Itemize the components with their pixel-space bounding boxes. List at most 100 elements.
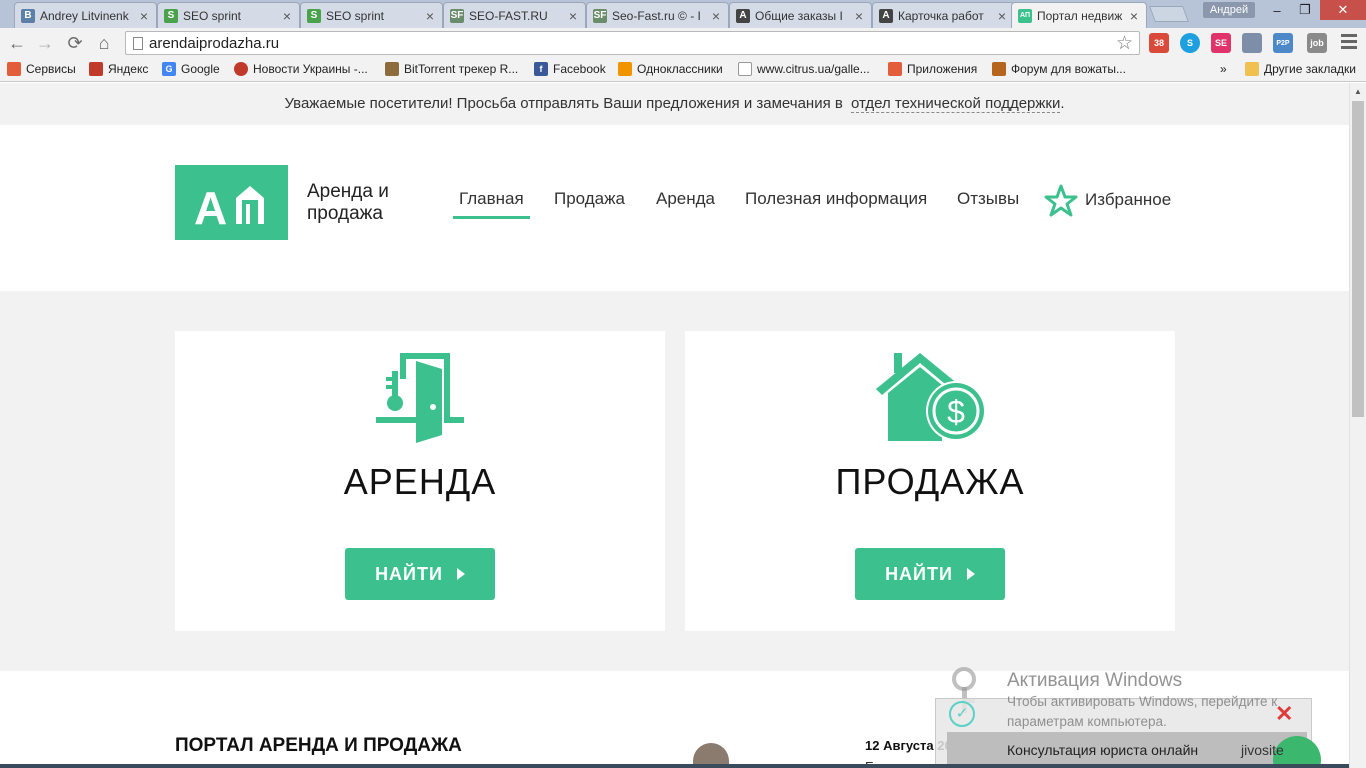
tab-2[interactable]: S SEO sprint × (300, 2, 443, 28)
site-header: А Аренда и продажа Главная Продажа Аренд… (0, 125, 1349, 291)
url-text: arendaiprodazha.ru (149, 35, 280, 52)
favorites-link[interactable]: Избранное (1085, 190, 1171, 210)
new-tab-button[interactable] (1149, 6, 1189, 22)
a-favicon-icon: A (736, 8, 750, 23)
bookmark-label: Форум для вожаты... (1011, 62, 1126, 76)
tab-label: SEO-FAST.RU (469, 8, 548, 23)
bookmark-apps[interactable]: Приложения (888, 62, 977, 76)
bookmark-label: Приложения (907, 62, 978, 76)
portal-section-title: ПОРТАЛ АРЕНДА И ПРОДАЖА (175, 735, 462, 756)
play-arrow-icon (456, 568, 465, 580)
bookmark-label: Сервисы (26, 62, 76, 76)
svg-text:$: $ (947, 394, 965, 430)
job-ext-icon[interactable]: job (1307, 33, 1327, 53)
tab-close-icon[interactable]: × (281, 8, 293, 24)
bookmark-yandex[interactable]: Яндекс (89, 62, 148, 76)
activation-text-2: параметрам компьютера. (1007, 714, 1167, 729)
tab-5[interactable]: A Общие заказы I × (729, 2, 872, 28)
tab-3[interactable]: SF SEO-FAST.RU × (443, 2, 586, 28)
check-icon: ✓ (949, 701, 975, 727)
notes-ext-icon[interactable] (1242, 33, 1262, 53)
bookmark-label: Одноклассники (637, 62, 723, 76)
notice-text: Уважаемые посетители! Просьба отправлять… (284, 95, 843, 112)
nav-reviews[interactable]: Отзывы (957, 189, 1019, 209)
nav-home[interactable]: Главная (453, 189, 530, 219)
restore-icon[interactable]: ❐ (1291, 0, 1319, 20)
seosprint-ext-icon[interactable]: SE (1211, 33, 1231, 53)
p2p-ext-icon[interactable]: P2P (1273, 33, 1293, 53)
scroll-up-icon[interactable]: ▲ (1354, 87, 1362, 96)
tab-close-icon[interactable]: × (996, 8, 1008, 24)
support-link[interactable]: отдел технической поддержки (851, 95, 1061, 113)
bookmark-label: Новости Украины -... (253, 62, 368, 76)
bookmark-services[interactable]: Сервисы (7, 62, 76, 76)
home-icon[interactable]: ⌂ (93, 32, 115, 54)
tab-4[interactable]: SF Seo-Fast.ru © - I × (586, 2, 729, 28)
forward-icon[interactable]: → (34, 32, 56, 54)
bookmark-star-icon[interactable]: ☆ (1116, 32, 1133, 55)
tab-close-icon[interactable]: × (424, 8, 436, 24)
tab-1[interactable]: S SEO sprint × (157, 2, 300, 28)
taskbar-edge (0, 764, 1349, 768)
tab-close-icon[interactable]: × (1128, 8, 1140, 24)
site-logo[interactable]: А (175, 165, 288, 240)
rent-find-button[interactable]: НАЙТИ (345, 548, 495, 600)
tab-label: Портал недвиж (1037, 8, 1123, 23)
bookmark-facebook[interactable]: f Facebook (534, 62, 606, 76)
other-bookmarks[interactable]: Другие закладки (1245, 62, 1356, 76)
gmail-icon[interactable]: 38 (1149, 33, 1169, 53)
seofast-favicon-icon: SF (593, 8, 607, 23)
rent-card-title: АРЕНДА (343, 461, 497, 502)
seosprint-favicon-icon: S (164, 8, 178, 23)
button-label: НАЙТИ (885, 563, 953, 584)
logo-text[interactable]: Аренда и продажа (307, 181, 417, 225)
button-label: НАЙТИ (375, 563, 443, 584)
nav-rent[interactable]: Аренда (656, 189, 715, 209)
logo-mark-icon: А (194, 182, 264, 228)
bookmarks-bar: Сервисы Яндекс G Google Новости Украины … (0, 58, 1366, 82)
bookmark-google[interactable]: G Google (162, 62, 220, 76)
bookmark-news[interactable]: Новости Украины -... (234, 62, 368, 76)
skype-icon[interactable]: S (1180, 33, 1200, 53)
tab-close-icon[interactable]: × (138, 8, 150, 24)
tab-7[interactable]: АП Портал недвиж × (1011, 2, 1147, 28)
widget-close-icon[interactable]: ✕ (1275, 701, 1293, 727)
rent-card: АРЕНДА НАЙТИ (175, 331, 665, 631)
tab-close-icon[interactable]: × (853, 8, 865, 24)
address-bar[interactable]: arendaiprodazha.ru ☆ (125, 31, 1140, 55)
tab-close-icon[interactable]: × (710, 8, 722, 24)
scrollbar-thumb[interactable] (1352, 101, 1364, 417)
activation-title: Активация Windows (1007, 670, 1183, 691)
reload-icon[interactable]: ⟳ (64, 32, 86, 54)
site-favicon-icon: АП (1018, 8, 1032, 23)
back-icon[interactable]: ← (6, 32, 28, 54)
bookmark-label: Яндекс (108, 62, 149, 76)
nav-sale[interactable]: Продажа (554, 189, 625, 209)
tab-label: SEO sprint (326, 8, 385, 23)
bookmark-ok[interactable]: Одноклассники (618, 62, 723, 76)
window-close-icon[interactable]: ✕ (1320, 0, 1366, 20)
browser-tabstrip: В Andrey Litvinenk × S SEO sprint × S SE… (0, 0, 1366, 28)
tab-6[interactable]: A Карточка работ × (872, 2, 1015, 28)
notice-end: . (1060, 95, 1065, 112)
bookmarks-overflow-button[interactable]: » (1220, 62, 1227, 76)
bookmark-label: BitTorrent трекер R... (404, 62, 519, 76)
bookmark-label: www.citrus.ua/galle... (757, 62, 870, 76)
consult-label[interactable]: Консультация юриста онлайн (1007, 742, 1198, 758)
nav-useful-info[interactable]: Полезная информация (745, 189, 927, 209)
minimize-icon[interactable]: – (1263, 0, 1291, 20)
tab-0[interactable]: В Andrey Litvinenk × (14, 2, 157, 28)
bookmark-forum[interactable]: Форум для вожаты... (992, 62, 1126, 76)
sale-find-button[interactable]: НАЙТИ (855, 548, 1005, 600)
google-icon: G (162, 62, 176, 76)
ok-icon (618, 62, 632, 76)
favorites-star-icon[interactable] (1044, 184, 1078, 218)
bookmark-citrus[interactable]: www.citrus.ua/galle... (738, 62, 870, 76)
profile-button[interactable]: Андрей (1203, 2, 1255, 18)
tab-close-icon[interactable]: × (567, 8, 579, 24)
jivosite-logo: jivosite (1241, 742, 1284, 758)
page-scrollbar[interactable]: ▲ (1349, 83, 1366, 768)
tab-label: Seo-Fast.ru © - I (612, 8, 701, 23)
bookmark-torrent[interactable]: BitTorrent трекер R... (385, 62, 518, 76)
menu-icon[interactable] (1341, 34, 1357, 52)
